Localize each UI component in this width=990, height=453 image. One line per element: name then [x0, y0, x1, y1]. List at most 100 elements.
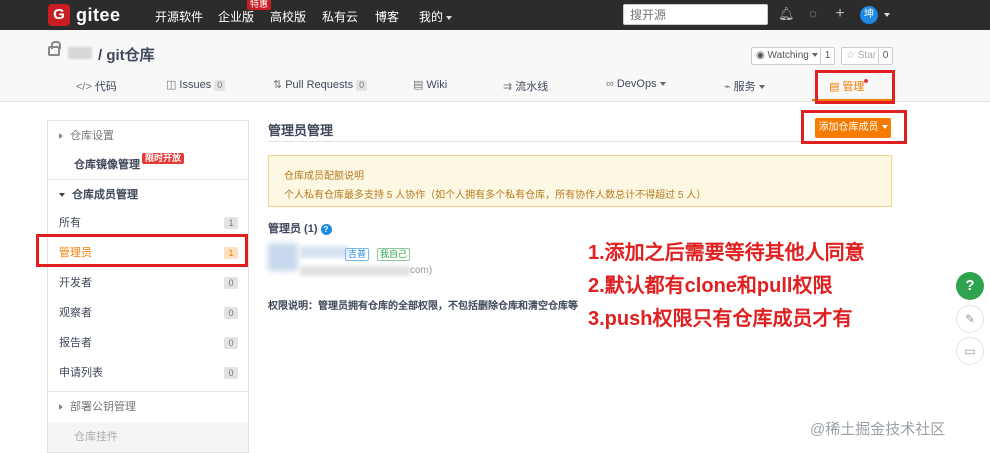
- member-self-tag: 我自己: [377, 248, 411, 261]
- top-navbar: G gitee 开源软件 企业版 特惠 高校版 私有云 博客 我的 🔔︎ ◌ +…: [0, 0, 990, 30]
- sidebar-label: 开发者: [59, 277, 92, 289]
- chevron-down-icon: [758, 85, 765, 90]
- star-button[interactable]: ☆ Star 0: [841, 47, 893, 65]
- star-label: Star: [857, 50, 877, 61]
- caret-right-icon: [59, 133, 63, 140]
- annotation-box-manage-tab: [815, 70, 895, 104]
- watermark: @稀土掘金技术社区: [810, 421, 946, 438]
- sidebar-item-observers[interactable]: 观察者 0: [48, 298, 248, 328]
- limited-badge: 限时开放: [142, 153, 185, 164]
- tab-code[interactable]: </> 代码: [76, 78, 117, 94]
- sidebar-count: 0: [224, 307, 238, 319]
- sidebar-item-applications[interactable]: 申请列表 0: [48, 358, 248, 388]
- permission-note: 权限说明：管理员拥有仓库的全部权限，不包括删除仓库和清空仓库等: [268, 301, 578, 312]
- sidebar-count: 1: [224, 217, 238, 229]
- watch-button[interactable]: ◉ Watching 1: [751, 47, 835, 65]
- sidebar-members-section[interactable]: 仓库成员管理: [48, 180, 248, 210]
- watch-label: Watching: [767, 50, 809, 61]
- sidebar-label: 仓库设置: [70, 130, 114, 142]
- admins-label-text: 管理员 (1): [268, 223, 318, 235]
- blurred-member-email: [300, 266, 410, 276]
- code-icon: </>: [76, 81, 92, 93]
- nav-blog[interactable]: 博客: [375, 8, 399, 25]
- sidebar-label: 所有: [59, 217, 81, 229]
- page-title: 管理员管理: [268, 123, 334, 138]
- tab-label: DevOps: [616, 78, 657, 90]
- sidebar-label: 申请列表: [59, 367, 103, 379]
- gitee-logo[interactable]: G gitee: [48, 4, 121, 26]
- caret-right-icon: [59, 404, 63, 411]
- quota-notice: 仓库成员配额说明 个人私有仓库最多支持 5 人协作（如个人拥有多个私有仓库，所有…: [268, 155, 892, 207]
- sidebar-repo-plugins[interactable]: 仓库挂件: [48, 422, 248, 452]
- tab-devops[interactable]: ∞ DevOps: [606, 78, 666, 90]
- blurred-owner-name: [68, 47, 92, 59]
- annotation-line-3: 3.push权限只有仓库成员才有: [588, 308, 853, 330]
- sidebar-deploy-keys[interactable]: 部署公钥管理: [48, 392, 248, 422]
- sidebar-item-mirror[interactable]: 仓库镜像管理限时开放: [48, 150, 248, 180]
- nav-private-cloud[interactable]: 私有云: [322, 8, 358, 25]
- sidebar-label: 仓库挂件: [74, 431, 118, 443]
- tab-label: Pull Requests: [285, 79, 354, 91]
- gitee-logo-icon: G: [48, 4, 70, 26]
- tab-label: 流水线: [515, 81, 549, 93]
- tab-count: 0: [356, 80, 368, 91]
- help-icon[interactable]: ?: [320, 223, 332, 235]
- avatar-chevron-down-icon[interactable]: [884, 13, 890, 17]
- sidebar-item-reporters[interactable]: 报告者 0: [48, 328, 248, 358]
- tab-label: 服务: [733, 81, 756, 93]
- user-avatar[interactable]: 坤: [860, 6, 878, 24]
- sidebar-label: 部署公钥管理: [70, 401, 136, 413]
- bell-icon[interactable]: 🔔︎: [778, 6, 795, 22]
- nav-mine-label: 我的: [419, 10, 444, 24]
- comment-icon[interactable]: ▭: [956, 337, 984, 365]
- nav-mine[interactable]: 我的: [419, 8, 453, 25]
- tab-wiki[interactable]: ▤ Wiki: [413, 78, 447, 91]
- tab-pipeline[interactable]: ⇉ 流水线: [503, 78, 548, 94]
- nav-education[interactable]: 高校版: [270, 8, 306, 25]
- wiki-icon: ▤: [413, 79, 424, 91]
- blurred-member-name[interactable]: [300, 246, 348, 258]
- annotation-line-2: 2.默认都有clone和pull权限: [588, 275, 833, 297]
- admins-count-label: 管理员 (1)?: [268, 220, 332, 236]
- sidebar-count: 0: [224, 277, 238, 289]
- tab-services[interactable]: ⌁ 服务: [724, 78, 765, 94]
- tab-label: 代码: [94, 81, 117, 93]
- sidebar-label: 仓库镜像管理: [74, 159, 140, 171]
- pipeline-icon: ⇉: [503, 81, 513, 93]
- lock-icon: [48, 41, 61, 56]
- pulse-icon: ⌁: [724, 81, 731, 93]
- star-icon: ☆: [846, 50, 858, 61]
- watch-count: 1: [820, 48, 834, 64]
- plus-icon[interactable]: +: [832, 6, 848, 22]
- member-email-suffix: com): [410, 265, 433, 276]
- chevron-down-icon: [659, 82, 666, 87]
- sidebar-repo-settings[interactable]: 仓库设置: [48, 121, 248, 151]
- eye-icon: ◉: [756, 50, 768, 61]
- gitee-logo-text: gitee: [76, 4, 121, 25]
- sidebar-count: 0: [224, 337, 238, 349]
- nav-open-source[interactable]: 开源软件: [155, 8, 203, 25]
- annotation-line-1: 1.添加之后需要等待其他人同意: [588, 242, 865, 264]
- member-role-tag: 吉普: [345, 248, 370, 261]
- settings-sidebar: 仓库设置 仓库镜像管理限时开放 仓库成员管理 所有 1 管理员 1 开发者 0 观察者…: [47, 120, 249, 453]
- tab-issues[interactable]: ◫ Issues 0: [166, 78, 226, 91]
- edit-icon[interactable]: ✎: [956, 305, 984, 333]
- lightbulb-icon[interactable]: ◌: [805, 6, 821, 22]
- member-avatar[interactable]: [268, 243, 298, 271]
- search-input[interactable]: [623, 4, 768, 25]
- divider: [268, 141, 892, 142]
- notice-text: 个人私有仓库最多支持 5 人协作（如个人拥有多个私有仓库，所有协作人数总计不得超…: [284, 190, 707, 201]
- issues-icon: ◫: [166, 79, 177, 91]
- tab-label: Wiki: [426, 79, 448, 91]
- chevron-down-icon: [446, 15, 453, 20]
- repo-title[interactable]: / git仓库: [98, 44, 155, 65]
- nav-enterprise[interactable]: 企业版: [218, 8, 254, 25]
- infinity-icon: ∞: [606, 78, 614, 90]
- help-fab-button[interactable]: ?: [956, 272, 984, 300]
- tab-pull-requests[interactable]: ⇅ Pull Requests 0: [273, 78, 368, 91]
- caret-down-icon: [59, 193, 65, 198]
- sidebar-item-developers[interactable]: 开发者 0: [48, 268, 248, 298]
- pull-request-icon: ⇅: [273, 79, 283, 91]
- notice-title: 仓库成员配额说明: [284, 171, 364, 182]
- enterprise-promo-badge: 特惠: [247, 0, 272, 10]
